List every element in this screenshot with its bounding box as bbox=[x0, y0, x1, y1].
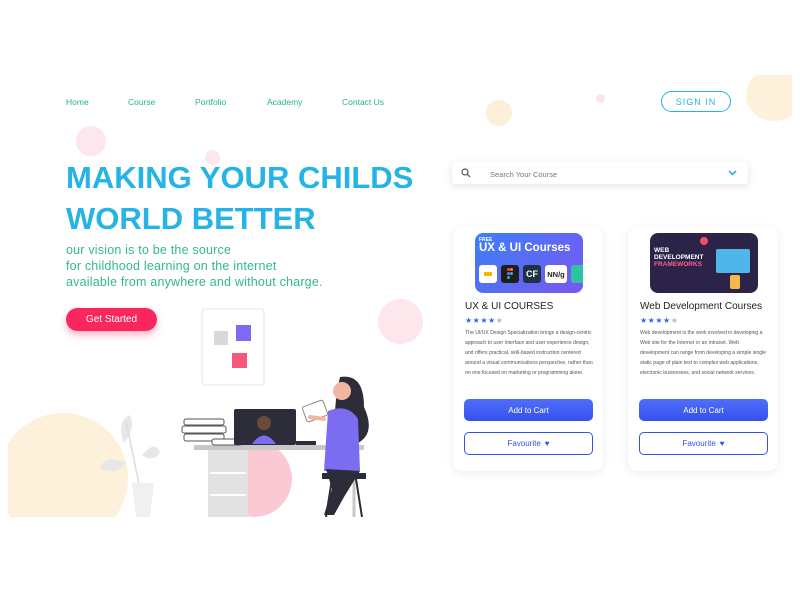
favourite-button[interactable]: Favourite ♥ bbox=[464, 432, 593, 455]
course-card-ux-ui: FREE UX & UI Courses CF NN/g UX & UI COU… bbox=[453, 227, 603, 471]
plant-leaf bbox=[142, 446, 160, 459]
rating-stars: ★★★★★ bbox=[465, 316, 503, 325]
nav-contact-us[interactable]: Contact Us bbox=[342, 97, 384, 107]
monitor-graphic bbox=[716, 249, 750, 273]
thumbnail-title-line: WEB bbox=[654, 247, 670, 254]
hero-subtitle-line: for childhood learning on the internet bbox=[66, 259, 277, 273]
chevron-down-icon[interactable] bbox=[728, 170, 737, 176]
nav-home[interactable]: Home bbox=[66, 97, 89, 107]
search-icon[interactable] bbox=[461, 168, 471, 178]
book bbox=[183, 418, 225, 426]
girl-arm bbox=[308, 415, 326, 421]
course-thumbnail[interactable]: WEB DEVELOPMENT FRAMEWORKS bbox=[650, 233, 758, 293]
heart-icon: ♥ bbox=[719, 439, 725, 448]
study-illustration bbox=[100, 308, 369, 517]
star-empty-icon: ★ bbox=[670, 316, 679, 325]
hero-subtitle-line: our vision is to be the source bbox=[66, 243, 232, 257]
plant-leaf bbox=[100, 459, 126, 471]
course-title: UX & UI COURSES bbox=[465, 301, 554, 312]
desk-drawers bbox=[208, 450, 248, 517]
purple-square bbox=[236, 325, 251, 341]
book bbox=[181, 425, 227, 434]
sign-in-button[interactable]: SIGN IN bbox=[661, 91, 731, 112]
dot-graphic bbox=[700, 237, 708, 245]
hero-title-line: MAKING YOUR CHILDS bbox=[66, 160, 414, 195]
hero-subtitle-line: available from anywhere and without char… bbox=[66, 275, 323, 289]
framer-icon: CF bbox=[523, 265, 541, 283]
hero-title-line: WORLD BETTER bbox=[66, 201, 316, 236]
mouse bbox=[296, 441, 316, 445]
favourite-label: Favourite bbox=[507, 439, 541, 448]
course-search-bar bbox=[452, 162, 748, 184]
girl-shirt bbox=[324, 408, 360, 471]
course-title: Web Development Courses bbox=[640, 301, 763, 312]
course-description: The UI/UX Design Specialization brings a… bbox=[465, 330, 593, 376]
plant-stem bbox=[125, 420, 141, 490]
thumbnail-title: UX & UI Courses bbox=[479, 242, 571, 254]
decor-circle bbox=[596, 94, 605, 103]
course-thumbnail[interactable]: FREE UX & UI Courses CF NN/g bbox=[475, 233, 583, 293]
thumbnail-title-line: FRAMEWORKS bbox=[654, 261, 703, 268]
hero-title: MAKING YOUR CHILDS WORLD BETTER bbox=[66, 157, 446, 239]
favourite-label: Favourite bbox=[682, 439, 716, 448]
thumbnail-title-line: DEVELOPMENT bbox=[654, 254, 704, 261]
favourite-button[interactable]: Favourite ♥ bbox=[639, 432, 768, 455]
decor-circle bbox=[76, 126, 106, 156]
star-empty-icon: ★ bbox=[495, 316, 504, 325]
hero-subtitle: our vision is to be the source for child… bbox=[66, 242, 366, 290]
plant-vase bbox=[132, 483, 154, 517]
rating-stars: ★★★★★ bbox=[640, 316, 678, 325]
grey-square bbox=[214, 331, 228, 345]
add-to-cart-button[interactable]: Add to Cart bbox=[464, 399, 593, 421]
figma-icon bbox=[501, 265, 519, 283]
add-to-cart-button[interactable]: Add to Cart bbox=[639, 399, 768, 421]
app-logo-icon bbox=[571, 265, 583, 283]
nav-portfolio[interactable]: Portfolio bbox=[195, 97, 226, 107]
pink-square bbox=[232, 353, 247, 368]
nav-course[interactable]: Course bbox=[128, 97, 155, 107]
search-input[interactable] bbox=[488, 165, 712, 183]
star-icon: ★★★★ bbox=[640, 316, 671, 325]
landing-page: Home Course Portfolio Academy Contact Us… bbox=[8, 75, 792, 517]
course-description: Web development is the work involved in … bbox=[640, 330, 767, 376]
star-icon: ★★★★ bbox=[465, 316, 496, 325]
heart-icon: ♥ bbox=[544, 439, 550, 448]
nng-logo: NN/g bbox=[545, 265, 567, 283]
decor-circle bbox=[486, 100, 512, 126]
girl-face bbox=[333, 382, 351, 400]
tutor-head bbox=[257, 416, 271, 430]
decor-circle bbox=[746, 75, 792, 121]
person-graphic bbox=[730, 275, 740, 289]
chair-leg bbox=[355, 478, 363, 517]
thumbnail-title: WEB DEVELOPMENT FRAMEWORKS bbox=[654, 247, 703, 268]
wall-frame bbox=[201, 308, 265, 386]
course-card-web-dev: WEB DEVELOPMENT FRAMEWORKS Web Developme… bbox=[628, 227, 778, 471]
nav-academy[interactable]: Academy bbox=[267, 97, 302, 107]
app-logo-icon bbox=[479, 265, 497, 283]
